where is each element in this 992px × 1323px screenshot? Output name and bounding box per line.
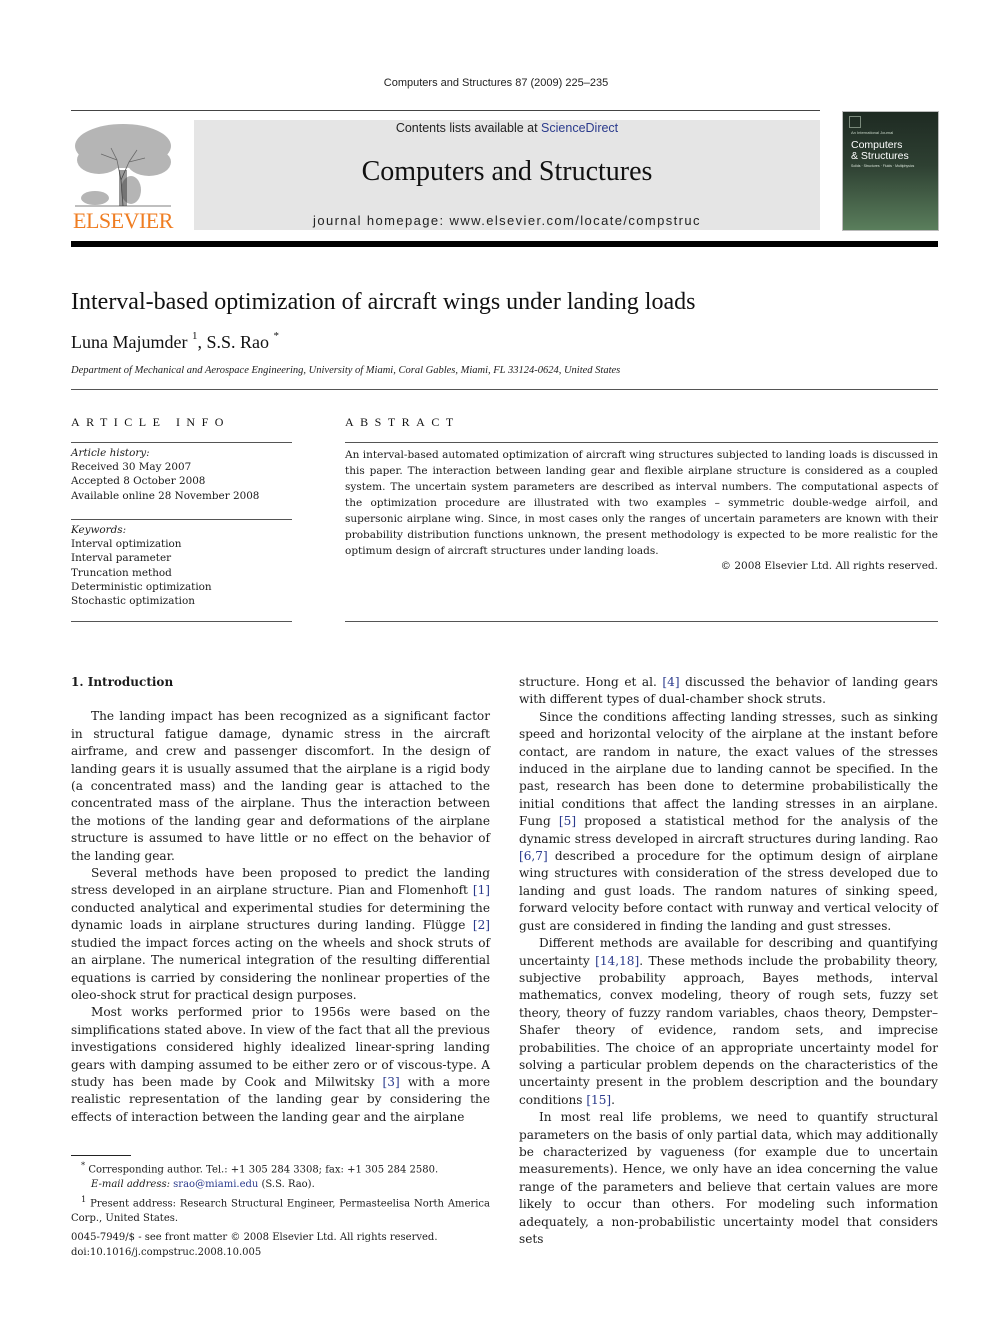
body-paragraph: In most real life problems, we need to q… bbox=[519, 1109, 938, 1248]
body-paragraph: Since the conditions affecting landing s… bbox=[519, 709, 938, 935]
title-block-rule bbox=[71, 389, 938, 390]
journal-citation: Computers and Structures 87 (2009) 225–2… bbox=[383, 77, 609, 89]
author-list: Luna Majumder 1, S.S. Rao * bbox=[71, 330, 280, 353]
body-paragraph: The landing impact has been recognized a… bbox=[71, 708, 490, 865]
cover-kicker: An International Journal bbox=[851, 130, 894, 135]
history-accepted: Accepted 8 October 2008 bbox=[71, 475, 206, 488]
abstract-text: An interval-based automated optimization… bbox=[345, 449, 938, 557]
left-paragraphs: The landing impact has been recognized a… bbox=[71, 708, 490, 1126]
elsevier-logo[interactable]: ELSEVIER bbox=[71, 120, 175, 233]
paragraph-text: described a procedure for the optimum de… bbox=[519, 849, 938, 933]
email-link[interactable]: srao@miami.edu bbox=[173, 1179, 258, 1190]
footnote-corresponding-text: Corresponding author. Tel.: +1 305 284 3… bbox=[88, 1164, 439, 1176]
body-paragraph: Different methods are available for desc… bbox=[519, 935, 938, 1109]
author-footnote-mark[interactable]: 1 bbox=[192, 330, 198, 342]
keywords-rule bbox=[71, 519, 292, 520]
citation-link[interactable]: [14,18] bbox=[595, 954, 639, 968]
paragraph-text: Several methods have been proposed to pr… bbox=[71, 866, 490, 898]
abstract-heading: ABSTRACT bbox=[345, 415, 460, 429]
right-paragraphs: structure. Hong et al. [4] discussed the… bbox=[519, 674, 938, 1248]
paragraph-text: structure. Hong et al. bbox=[519, 675, 663, 689]
paragraph-text: studied the impact forces acting on the … bbox=[71, 935, 490, 1002]
article-history: Article history: Received 30 May 2007 Ac… bbox=[71, 446, 301, 503]
footnote-email: E-mail address: srao@miami.edu (S.S. Rao… bbox=[71, 1178, 490, 1193]
paragraph-text: conducted analytical and experimental st… bbox=[71, 900, 490, 933]
body-paragraph: Several methods have been proposed to pr… bbox=[71, 865, 490, 1004]
cover-subtitle: Solids · Structures · Fluids · Multiphys… bbox=[851, 164, 915, 168]
author-footnote-mark[interactable]: * bbox=[274, 330, 280, 342]
history-online: Available online 28 November 2008 bbox=[71, 489, 260, 502]
paragraph-text: . bbox=[611, 1092, 615, 1107]
footnotes: * Corresponding author. Tel.: +1 305 284… bbox=[71, 1158, 490, 1227]
body-paragraph: structure. Hong et al. [4] discussed the… bbox=[519, 674, 938, 709]
sciencedirect-link[interactable]: ScienceDirect bbox=[541, 121, 618, 135]
article-info-rule bbox=[71, 442, 292, 443]
body-paragraph: Most works performed prior to 1956s were… bbox=[71, 1004, 490, 1126]
footnote-mark: * bbox=[81, 1160, 86, 1170]
paragraph-text: proposed a statistical method for the an… bbox=[519, 814, 938, 846]
keywords: Keywords: Interval optimization Interval… bbox=[71, 523, 301, 608]
journal-cover-thumbnail[interactable]: An International Journal Computers & Str… bbox=[842, 111, 939, 231]
keyword: Stochastic optimization bbox=[71, 595, 195, 608]
article-title: Interval-based optimization of aircraft … bbox=[71, 289, 696, 315]
cover-title-line2: & Structures bbox=[851, 150, 909, 162]
contents-available-line: Contents lists available at ScienceDirec… bbox=[194, 121, 820, 135]
doi-line[interactable]: doi:10.1016/j.compstruc.2008.10.005 bbox=[71, 1246, 438, 1261]
citation-link[interactable]: [5] bbox=[559, 814, 576, 828]
abstract-copyright: © 2008 Elsevier Ltd. All rights reserved… bbox=[720, 560, 938, 572]
citation-link[interactable]: [4] bbox=[662, 675, 679, 689]
journal-homepage[interactable]: journal homepage: www.elsevier.com/locat… bbox=[194, 213, 820, 228]
citation-link[interactable]: [6,7] bbox=[519, 849, 548, 863]
paragraph-text: Since the conditions affecting landing s… bbox=[519, 709, 938, 829]
header-rule bbox=[71, 110, 820, 111]
footnote-rule bbox=[71, 1155, 131, 1156]
body-right-column: structure. Hong et al. [4] discussed the… bbox=[519, 674, 938, 1248]
abstract-rule bbox=[345, 442, 938, 443]
citation-link[interactable]: [15] bbox=[586, 1093, 611, 1107]
author-name[interactable]: S.S. Rao bbox=[206, 332, 269, 352]
keyword: Interval optimization bbox=[71, 538, 182, 551]
footnote-corresponding: * Corresponding author. Tel.: +1 305 284… bbox=[71, 1158, 490, 1178]
email-owner: (S.S. Rao). bbox=[261, 1178, 315, 1190]
abstract-bottom-rule bbox=[345, 621, 938, 622]
keyword: Deterministic optimization bbox=[71, 580, 212, 593]
article-info-heading: ARTICLE INFO bbox=[71, 415, 230, 429]
section-heading: 1. Introduction bbox=[71, 675, 174, 689]
elsevier-tree-icon bbox=[75, 124, 171, 207]
cover-title: Computers & Structures bbox=[851, 140, 909, 162]
paragraph-text: The landing impact has been recognized a… bbox=[71, 709, 490, 863]
issn-line: 0045-7949/$ - see front matter © 2008 El… bbox=[71, 1232, 438, 1243]
journal-banner: Contents lists available at ScienceDirec… bbox=[194, 120, 820, 230]
journal-title: Computers and Structures bbox=[361, 156, 653, 187]
article-info-bottom-rule bbox=[71, 621, 292, 622]
header-thick-rule bbox=[71, 241, 938, 247]
cover-publisher-icon bbox=[849, 116, 861, 128]
citation-link[interactable]: [2] bbox=[473, 918, 490, 932]
footnote-mark: 1 bbox=[81, 1194, 87, 1205]
author-name[interactable]: Luna Majumder bbox=[71, 332, 187, 352]
article-history-label: Article history: bbox=[71, 447, 150, 459]
front-matter: 0045-7949/$ - see front matter © 2008 El… bbox=[71, 1231, 438, 1260]
footnote-present-text: Present address: Research Structural Eng… bbox=[71, 1198, 490, 1225]
history-received: Received 30 May 2007 bbox=[71, 461, 192, 474]
paragraph-text: In most real life problems, we need to q… bbox=[519, 1110, 938, 1246]
contents-prefix: Contents lists available at bbox=[395, 121, 542, 135]
citation-link[interactable]: [3] bbox=[383, 1075, 400, 1089]
footnote-present-address: 1 Present address: Research Structural E… bbox=[71, 1192, 490, 1226]
affiliation: Department of Mechanical and Aerospace E… bbox=[71, 365, 621, 376]
elsevier-wordmark: ELSEVIER bbox=[73, 208, 173, 233]
keyword: Truncation method bbox=[71, 566, 172, 579]
paragraph-text: . These methods include the probability … bbox=[519, 953, 938, 1107]
keyword: Interval parameter bbox=[71, 552, 172, 565]
keywords-label: Keywords: bbox=[71, 524, 127, 536]
email-label: E-mail address: bbox=[91, 1178, 170, 1190]
body-left-column: 1. Introduction The landing impact has b… bbox=[71, 674, 490, 1126]
citation-link[interactable]: [1] bbox=[473, 883, 490, 897]
